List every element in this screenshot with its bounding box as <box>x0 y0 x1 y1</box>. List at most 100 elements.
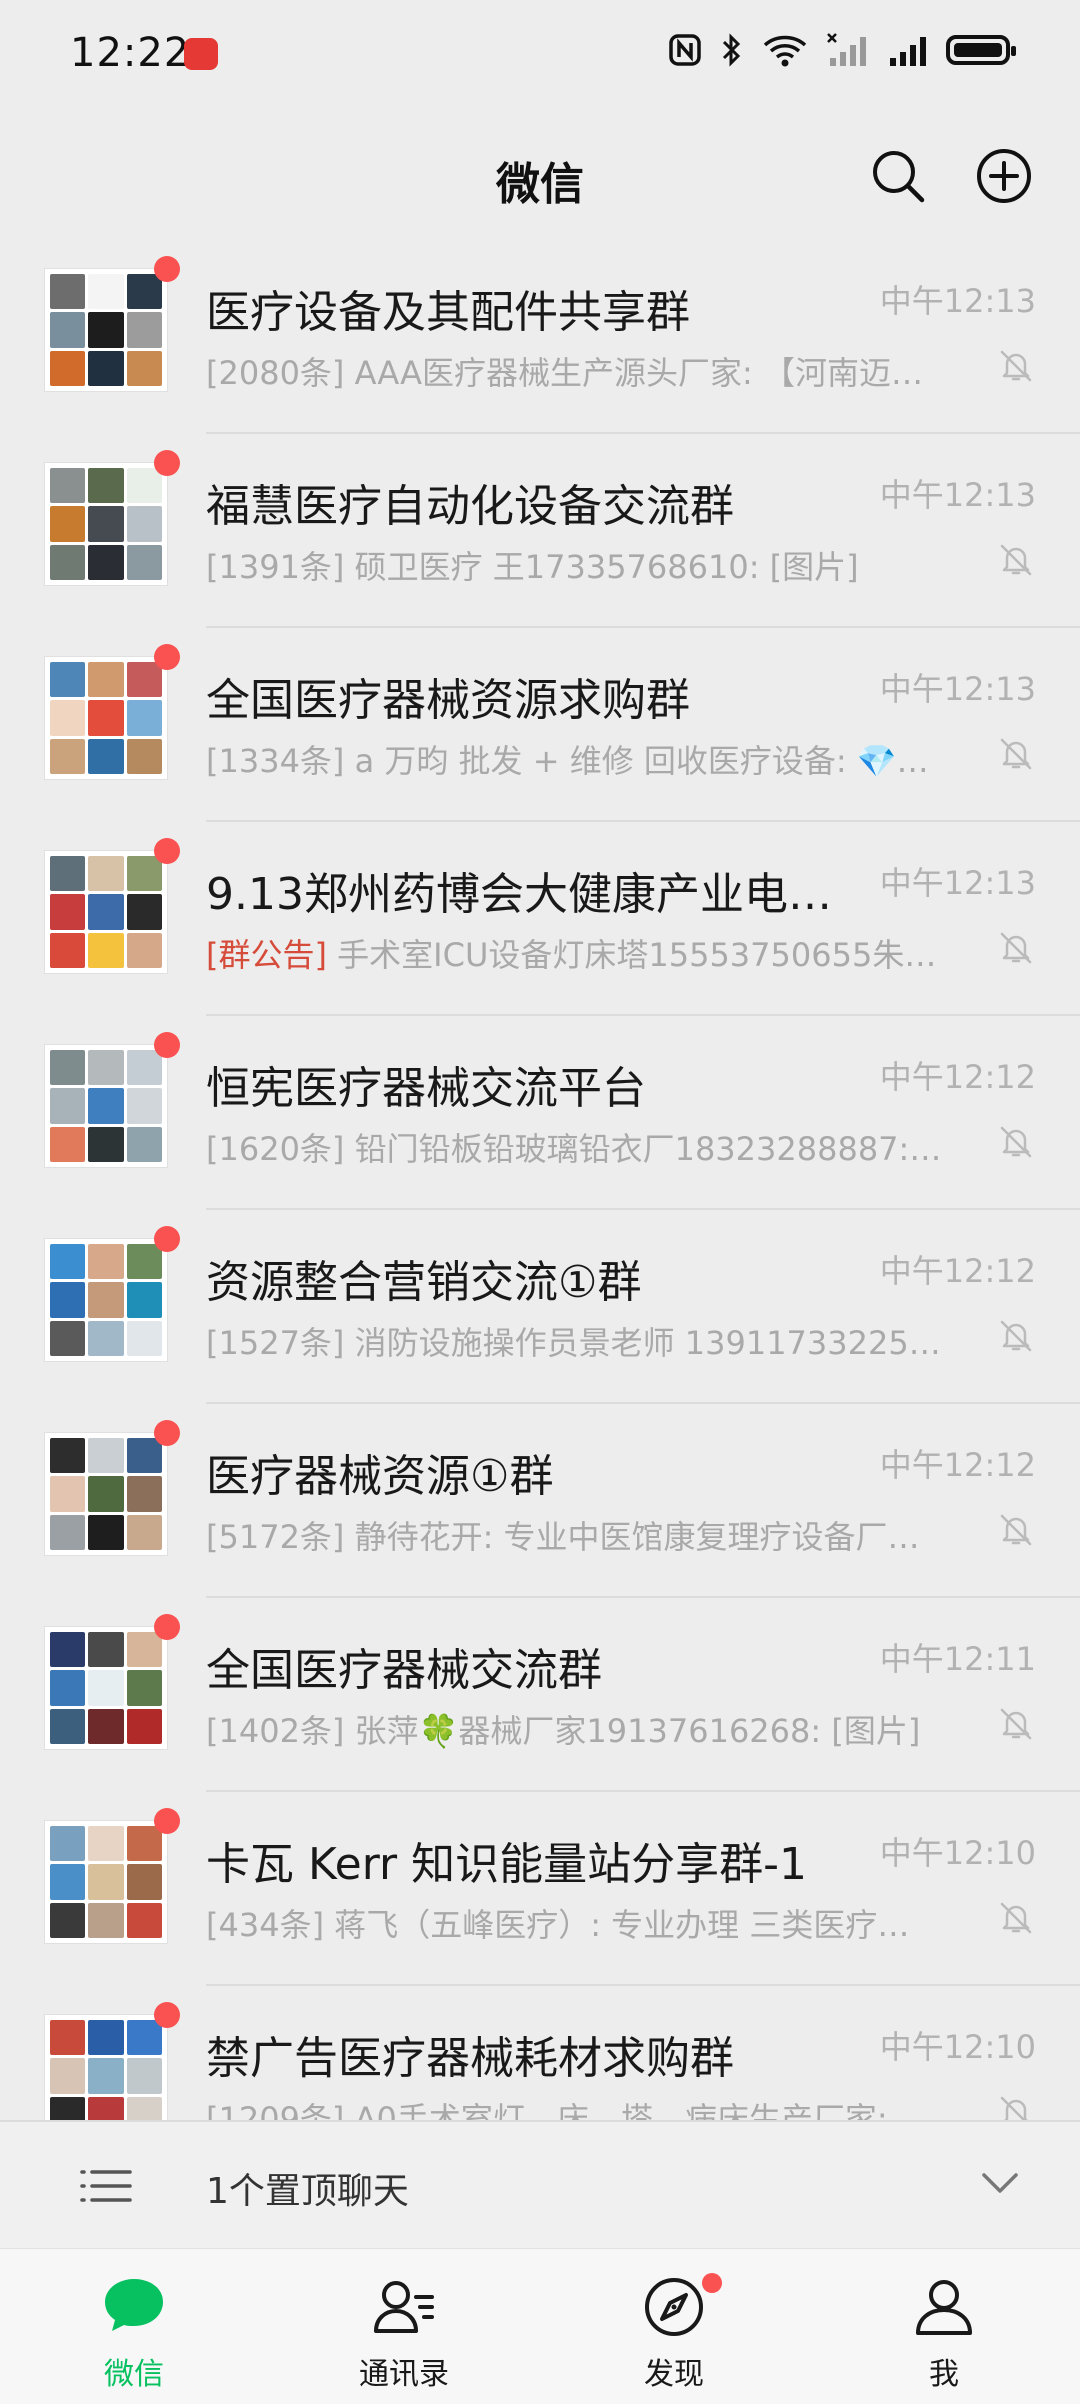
avatar-tile <box>50 1244 86 1280</box>
avatar-tile <box>88 738 124 774</box>
chat-name: 卡瓦 Kerr 知识能量站分享群-1 <box>206 1839 807 1890</box>
tab-discover[interactable]: 发现 <box>574 2249 774 2404</box>
pinned-chats-bar[interactable]: 1个置顶聊天 <box>0 2120 1080 2250</box>
mute-bell-icon <box>1000 1902 1032 1934</box>
mute-bell-icon <box>1000 1708 1032 1740</box>
contacts-icon <box>374 2281 434 2333</box>
pinned-chats-label: 1个置顶聊天 <box>206 2171 409 2212</box>
avatar-tile <box>126 1902 162 1938</box>
tab-me[interactable]: 我 <box>844 2249 1044 2404</box>
avatar-tile <box>88 1244 124 1280</box>
chat-preview-text: [1620条] 铅门铅板铅玻璃铅衣厂18323288887:… <box>206 1130 942 1168</box>
avatar-tile <box>126 1282 162 1318</box>
mute-bell-icon <box>1000 1320 1032 1352</box>
avatar-tile <box>88 2058 124 2094</box>
chat-list-item[interactable]: 全国医疗器械资源求购群 中午12:13 [1334条] a 万昀 批发 + 维修… <box>0 628 1080 822</box>
chat-list-item[interactable]: 医疗器械资源①群 中午12:12 [5172条] 静待花开: 专业中医馆康复理疗… <box>0 1404 1080 1598</box>
unread-dot <box>154 1808 180 1834</box>
chat-time: 中午12:13 <box>879 476 1036 514</box>
avatar-tile <box>126 1050 162 1086</box>
unread-dot <box>154 2002 180 2028</box>
avatar-tile <box>126 506 162 542</box>
group-avatar <box>44 1044 168 1168</box>
chat-preview-text: [1209条] A0手术室灯、床、塔、病床生产厂家:… <box>206 2100 920 2120</box>
tab-chats[interactable]: 微信 <box>34 2249 234 2404</box>
chat-preview-text: [1527条] 消防设施操作员景老师 13911733225… <box>206 1324 941 1362</box>
avatar-tile <box>88 1320 124 1356</box>
avatar-tile <box>126 1244 162 1280</box>
unread-dot <box>154 1226 180 1252</box>
group-avatar <box>44 656 168 780</box>
avatar-tile <box>50 544 86 580</box>
tab-contacts[interactable]: 通讯录 <box>304 2249 504 2404</box>
avatar-tile <box>50 1514 86 1550</box>
chat-list-item[interactable]: 9.13郑州药博会大健康产业电… 中午12:13 [群公告] 手术室ICU设备灯… <box>0 822 1080 1016</box>
chat-time: 中午12:12 <box>879 1058 1036 1096</box>
chat-preview-text: 手术室ICU设备灯床塔15553750655朱… <box>337 936 937 974</box>
chat-preview: [2080条] AAA医疗器械生产源头厂家: 【河南迈… <box>206 348 966 394</box>
group-avatar <box>44 1820 168 1944</box>
avatar-tile <box>126 1670 162 1706</box>
avatar-tile <box>126 1320 162 1356</box>
chat-list-item[interactable]: 全国医疗器械交流群 中午12:11 [1402条] 张萍🍀器械厂家1913761… <box>0 1598 1080 1792</box>
avatar-tile <box>50 932 86 968</box>
chat-preview-text: [1334条] a 万昀 批发 + 维修 回收医疗设备: 💎… <box>206 742 929 780</box>
chat-list-item[interactable]: 恒宪医疗器械交流平台 中午12:12 [1620条] 铅门铅板铅玻璃铅衣厂183… <box>0 1016 1080 1210</box>
avatar-tile <box>88 894 124 930</box>
avatar-tile <box>88 2096 124 2120</box>
avatar-tile <box>88 350 124 386</box>
chat-preview-text: [1391条] 硕卫医疗 王17335768610: [图片] <box>206 548 859 586</box>
mute-bell-icon <box>1000 932 1032 964</box>
avatar-tile <box>50 738 86 774</box>
chat-name: 医疗设备及其配件共享群 <box>206 287 690 338</box>
chat-preview: [434条] 蒋飞（五峰医疗）: 专业办理 三类医疗… <box>206 1900 966 1946</box>
avatar-tile <box>88 1438 124 1474</box>
group-avatar <box>44 268 168 392</box>
chat-list-item[interactable]: 资源整合营销交流①群 中午12:12 [1527条] 消防设施操作员景老师 13… <box>0 1210 1080 1404</box>
chat-preview-text: [1402条] 张萍🍀器械厂家19137616268: [图片] <box>206 1712 921 1750</box>
avatar-tile <box>126 1088 162 1124</box>
chat-list-item[interactable]: 医疗设备及其配件共享群 中午12:13 [2080条] AAA医疗器械生产源头厂… <box>0 240 1080 434</box>
avatar-tile <box>50 856 86 892</box>
group-avatar <box>44 1432 168 1556</box>
chat-list-item[interactable]: 卡瓦 Kerr 知识能量站分享群-1 中午12:10 [434条] 蒋飞（五峰医… <box>0 1792 1080 1986</box>
avatar-tile <box>50 2020 86 2056</box>
avatar-tile <box>88 1632 124 1668</box>
avatar-tile <box>126 1126 162 1162</box>
notification-app-icon <box>184 38 218 70</box>
announcement-tag: [群公告] <box>206 936 327 974</box>
chat-list-item[interactable]: 福慧医疗自动化设备交流群 中午12:13 [1391条] 硕卫医疗 王17335… <box>0 434 1080 628</box>
search-button[interactable] <box>868 146 928 206</box>
chat-preview: [1391条] 硕卫医疗 王17335768610: [图片] <box>206 542 966 588</box>
tab-chats-label: 微信 <box>104 2357 164 2392</box>
status-icons <box>668 32 1016 68</box>
chat-preview: [1527条] 消防设施操作员景老师 13911733225… <box>206 1318 966 1364</box>
avatar-tile <box>88 700 124 736</box>
chat-bubble-icon <box>105 2279 163 2331</box>
bottom-tab-bar: 微信 通讯录 发现 我 <box>0 2248 1080 2404</box>
top-bar: 微信 <box>0 110 1080 240</box>
avatar-tile <box>50 1476 86 1512</box>
avatar-tile <box>50 1282 86 1318</box>
add-button[interactable] <box>974 146 1034 206</box>
avatar-tile <box>50 312 86 348</box>
avatar-tile <box>126 894 162 930</box>
avatar-tile <box>88 506 124 542</box>
chat-time: 中午12:10 <box>879 2028 1036 2066</box>
nfc-icon <box>669 34 701 66</box>
chat-time: 中午12:13 <box>879 864 1036 902</box>
avatar-tile <box>88 1864 124 1900</box>
chat-list-item[interactable]: 禁广告医疗器械耗材求购群 中午12:10 [1209条] A0手术室灯、床、塔、… <box>0 1986 1080 2120</box>
chat-preview-text: [2080条] AAA医疗器械生产源头厂家: 【河南迈… <box>206 354 923 392</box>
avatar-tile <box>50 1632 86 1668</box>
chat-name: 福慧医疗自动化设备交流群 <box>206 481 734 532</box>
group-avatar <box>44 462 168 586</box>
avatar-tile <box>126 468 162 504</box>
mute-bell-icon <box>1000 2096 1028 2120</box>
chat-name: 禁广告医疗器械耗材求购群 <box>206 2033 734 2084</box>
avatar-tile <box>126 1476 162 1512</box>
chevron-down-icon[interactable] <box>980 2168 1020 2198</box>
unread-dot <box>154 1614 180 1640</box>
chat-preview-text: [5172条] 静待花开: 专业中医馆康复理疗设备厂… <box>206 1518 920 1556</box>
chat-list[interactable]: 医疗设备及其配件共享群 中午12:13 [2080条] AAA医疗器械生产源头厂… <box>0 240 1080 2120</box>
